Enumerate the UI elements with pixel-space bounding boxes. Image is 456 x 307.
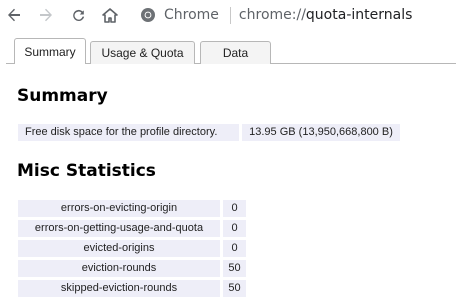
stat-key-cell: skipped-eviction-rounds (18, 280, 220, 297)
back-button[interactable] (2, 3, 26, 27)
stat-key-cell: evicted-origins (18, 240, 220, 257)
summary-key-cell: Free disk space for the profile director… (18, 124, 239, 141)
tab-data[interactable]: Data (200, 41, 271, 64)
omnibox-divider (229, 6, 231, 24)
forward-button[interactable] (34, 3, 58, 27)
site-chip-label: Chrome (164, 7, 219, 23)
stat-value-cell: 0 (223, 200, 246, 217)
url-host: quota-internals (305, 7, 413, 23)
stat-value-cell: 0 (223, 220, 246, 237)
tab-bar: Summary Usage & Quota Data (0, 38, 456, 64)
back-arrow-icon (8, 8, 20, 22)
stat-value-cell: 0 (223, 240, 246, 257)
summary-value-cell: 13.95 GB (13,950,668,800 B) (242, 124, 400, 141)
omnibox[interactable]: Chrome chrome://quota-internals (140, 3, 412, 27)
url-scheme: chrome:// (238, 7, 306, 23)
reload-button[interactable] (66, 3, 90, 27)
url-text[interactable]: chrome://quota-internals (239, 7, 412, 23)
stat-value-cell: 50 (223, 260, 246, 277)
stat-key-cell: eviction-rounds (18, 260, 220, 277)
tab-usage-and-quota[interactable]: Usage & Quota (90, 41, 195, 64)
reload-icon (72, 9, 84, 21)
summary-heading: Summary (17, 86, 108, 106)
chrome-logo-icon (141, 8, 155, 22)
home-icon (102, 7, 118, 23)
stat-value-cell: 50 (223, 280, 246, 297)
browser-toolbar: Chrome chrome://quota-internals (0, 0, 456, 30)
stat-key-cell: errors-on-evicting-origin (18, 200, 220, 217)
forward-arrow-icon (40, 8, 52, 22)
home-button[interactable] (98, 3, 122, 27)
stat-key-cell: errors-on-getting-usage-and-quota (18, 220, 220, 237)
tab-summary[interactable]: Summary (14, 38, 86, 64)
misc-statistics-heading: Misc Statistics (17, 161, 156, 181)
